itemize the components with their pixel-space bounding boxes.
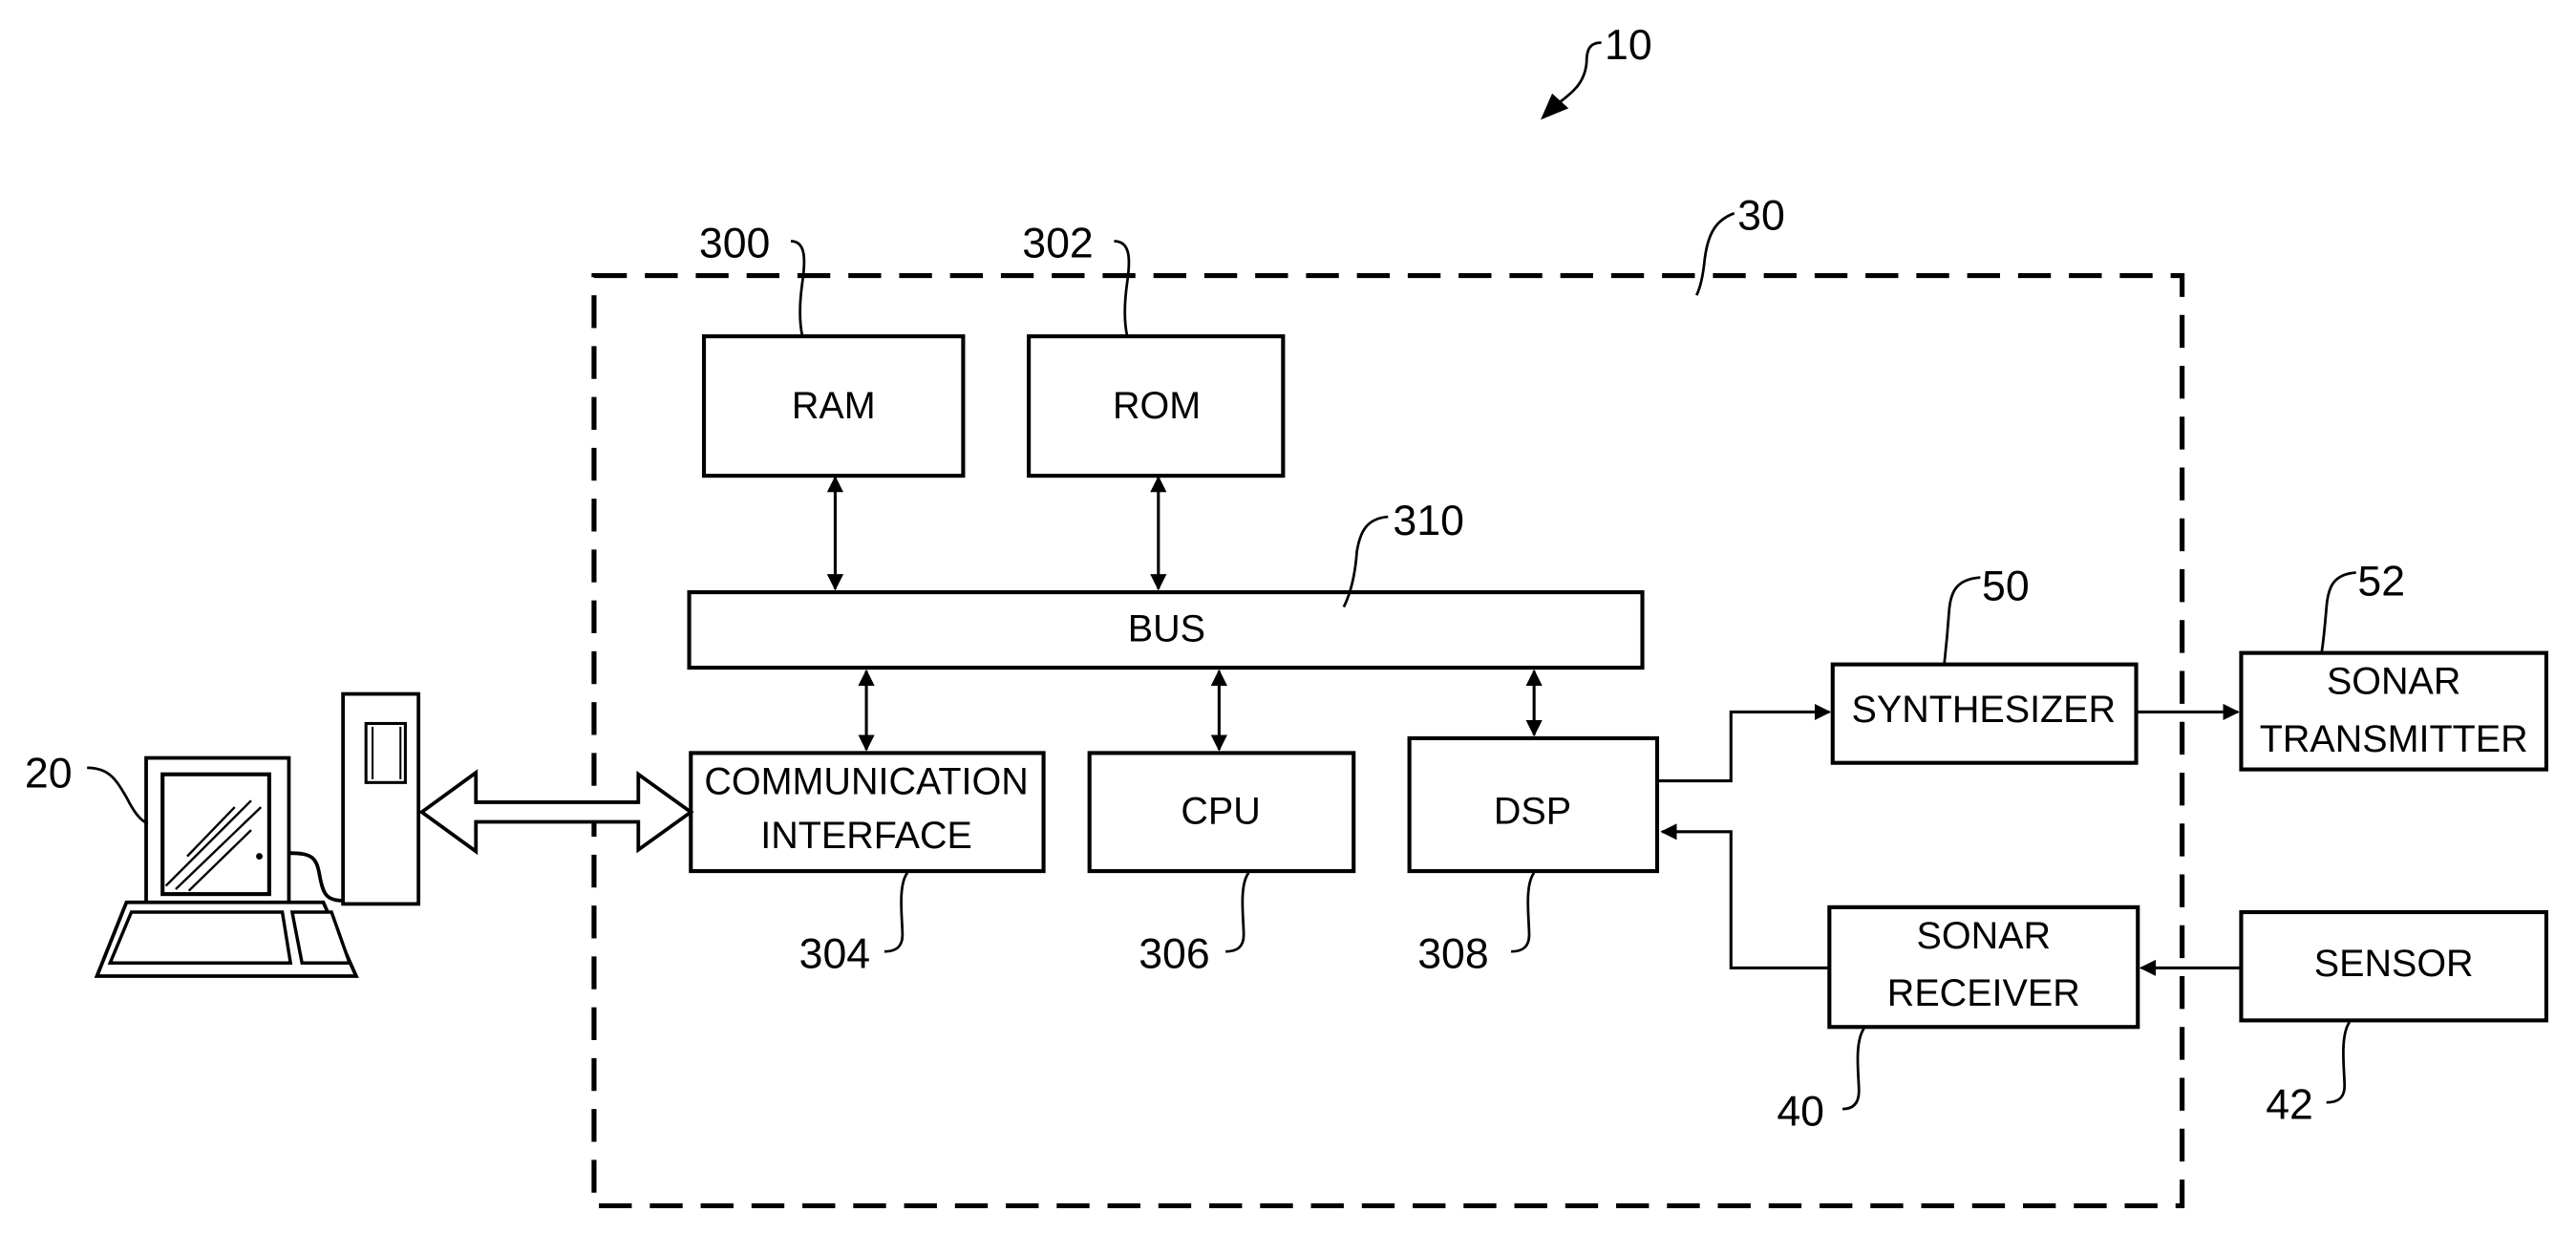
controller-ref-label: 30 xyxy=(1737,192,1785,239)
dsp-label: DSP xyxy=(1494,790,1571,832)
synth-label: SYNTHESIZER xyxy=(1852,689,2117,731)
receiver-label-line2: RECEIVER xyxy=(1887,972,2080,1014)
dsp-ref: 308 xyxy=(1417,930,1488,977)
transmitter-label-line1: SONAR xyxy=(2327,661,2460,703)
sonar-system-block-diagram: 10 30 RAM 300 ROM 302 BUS 310 COMMUNICAT… xyxy=(25,22,2548,1209)
controller-ref-30: 30 xyxy=(1694,192,1785,296)
receiver-to-dsp-link xyxy=(1660,823,1830,969)
transmitter-ref: 52 xyxy=(2357,559,2405,606)
comm-label-line1: COMMUNICATION xyxy=(704,760,1028,802)
transmitter-label-line2: TRANSMITTER xyxy=(2260,718,2528,760)
dsp-to-synth-link xyxy=(1658,703,1832,783)
ram-block: RAM 300 xyxy=(699,221,966,479)
communication-interface-block: COMMUNICATION INTERFACE 304 xyxy=(689,751,1046,977)
bus-label: BUS xyxy=(1128,608,1205,650)
synth-ref: 50 xyxy=(1982,564,2030,610)
computer-comm-wide-arrow xyxy=(418,769,694,856)
sensor-label: SENSOR xyxy=(2314,943,2474,985)
cpu-label: CPU xyxy=(1181,790,1260,832)
receiver-label-line1: SONAR xyxy=(1917,915,2051,957)
computer-icon: 20 xyxy=(25,691,421,978)
bus-block: BUS 310 xyxy=(687,498,1645,670)
figure-reference-10: 10 xyxy=(1541,22,1652,120)
rom-label: ROM xyxy=(1113,385,1201,427)
bus-ref: 310 xyxy=(1393,498,1463,544)
figure-ref-label: 10 xyxy=(1605,22,1652,69)
monitor-screen xyxy=(160,772,271,897)
cpu-block: CPU 306 xyxy=(1087,751,1356,977)
rom-ref: 302 xyxy=(1022,221,1093,267)
rom-block: ROM 302 xyxy=(1022,221,1286,479)
cpu-ref: 306 xyxy=(1139,930,1209,977)
ram-label: RAM xyxy=(792,385,876,427)
ram-ref: 300 xyxy=(699,221,770,267)
receiver-ref: 40 xyxy=(1777,1088,1824,1135)
sonar-transmitter-block: SONAR TRANSMITTER 52 xyxy=(2239,559,2548,772)
sonar-receiver-block: SONAR RECEIVER 40 xyxy=(1777,904,2140,1135)
synthesizer-block: SYNTHESIZER 50 xyxy=(1830,564,2139,765)
sensor-block: SENSOR 42 xyxy=(2239,909,2548,1128)
dsp-block: DSP 308 xyxy=(1407,735,1660,977)
sensor-ref: 42 xyxy=(2266,1081,2313,1128)
comm-label-line2: INTERFACE xyxy=(760,815,972,857)
computer-ref: 20 xyxy=(25,750,73,797)
comm-ref: 304 xyxy=(799,930,870,977)
